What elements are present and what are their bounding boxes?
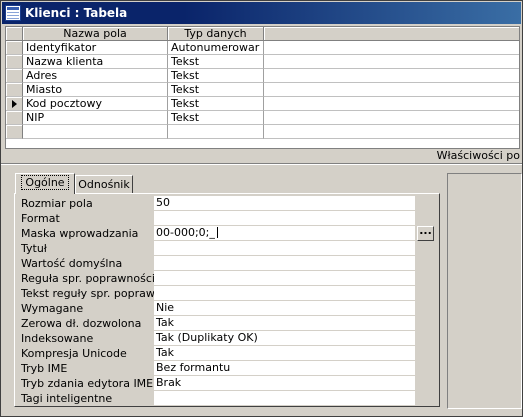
input-mask-builder-button[interactable]: ... — [417, 225, 434, 241]
property-row-format: Format — [19, 211, 415, 226]
property-label: Zerowa dł. dozwolona — [21, 317, 142, 330]
property-label: Format — [21, 212, 60, 225]
property-label: Tryb IME — [21, 362, 68, 375]
column-header-data-type[interactable]: Typ danych — [168, 27, 264, 41]
data-type-cell[interactable]: Autonumerowar — [168, 41, 264, 55]
data-type-cell[interactable]: Tekst — [168, 97, 264, 111]
field-properties-label: Właściwości po — [436, 149, 520, 162]
validation-rule-input[interactable] — [154, 271, 415, 286]
property-row-ime-sentence-mode: Tryb zdania edytora IME Brak — [19, 376, 415, 391]
property-label: Tekst reguły spr. poprawr — [21, 287, 154, 300]
property-row-ime-mode: Tryb IME Bez formantu — [19, 361, 415, 376]
section-divider[interactable] — [1, 163, 522, 165]
table-row[interactable]: Miasto Tekst — [6, 83, 519, 97]
field-name-cell[interactable]: Miasto — [23, 83, 168, 97]
property-row-field-size: Rozmiar pola 50 — [19, 196, 415, 211]
window-title: Klienci : Tabela — [25, 6, 128, 20]
table-row[interactable]: Adres Tekst — [6, 69, 519, 83]
property-row-input-mask: Maska wprowadzania 00-000;0;_ ... — [19, 225, 434, 241]
property-row-allow-zero-length: Zerowa dł. dozwolona Tak — [19, 316, 415, 331]
ime-mode-input[interactable]: Bez formantu — [154, 361, 415, 376]
property-label: Indeksowane — [21, 332, 94, 345]
row-selector[interactable] — [6, 69, 23, 83]
field-name-cell[interactable]: Kod pocztowy — [23, 97, 168, 111]
description-cell[interactable] — [264, 111, 519, 125]
current-row-arrow-icon — [12, 100, 17, 108]
description-cell[interactable] — [264, 69, 519, 83]
data-type-cell[interactable]: Tekst — [168, 83, 264, 97]
property-label: Wymagane — [21, 302, 84, 315]
description-cell[interactable] — [264, 41, 519, 55]
property-label: Maska wprowadzania — [21, 227, 139, 240]
row-selector[interactable] — [6, 125, 23, 139]
property-label: Wartość domyślna — [21, 257, 123, 270]
format-input[interactable] — [154, 211, 415, 226]
field-name-cell[interactable]: NIP — [23, 111, 168, 125]
property-row-smart-tags: Tagi inteligentne — [19, 391, 415, 406]
table-row[interactable]: Identyfikator Autonumerowar — [6, 41, 519, 55]
description-cell[interactable] — [264, 55, 519, 69]
field-name-cell[interactable]: Identyfikator — [23, 41, 168, 55]
table-row[interactable]: Nazwa klienta Tekst — [6, 55, 519, 69]
text-caret — [216, 227, 218, 238]
row-selector[interactable] — [6, 111, 23, 125]
property-label: Tagi inteligentne — [21, 392, 113, 405]
input-mask-value: 00-000;0;_ — [156, 226, 215, 239]
table-design-window: Klienci : Tabela Nazwa pola Typ danych I… — [0, 0, 523, 417]
required-input[interactable]: Nie — [154, 301, 415, 316]
ime-sentence-mode-input[interactable]: Brak — [154, 376, 415, 391]
unicode-compression-input[interactable]: Tak — [154, 346, 415, 361]
property-row-required: Wymagane Nie — [19, 301, 415, 316]
field-name-cell[interactable]: Nazwa klienta — [23, 55, 168, 69]
description-cell[interactable] — [264, 97, 519, 111]
table-row[interactable]: NIP Tekst — [6, 111, 519, 125]
property-row-caption: Tytuł — [19, 241, 415, 256]
default-value-input[interactable] — [154, 256, 415, 271]
data-type-cell[interactable] — [168, 125, 264, 139]
description-cell[interactable] — [264, 125, 519, 139]
description-cell[interactable] — [264, 83, 519, 97]
property-label: Kompresja Unicode — [21, 347, 127, 360]
property-row-indexed: Indeksowane Tak (Duplikaty OK) — [19, 331, 415, 346]
properties-panel: Rozmiar pola 50 Format Maska wprowadzani… — [14, 193, 440, 407]
allow-zero-length-input[interactable]: Tak — [154, 316, 415, 331]
table-icon — [5, 5, 21, 21]
validation-text-input[interactable] — [154, 286, 415, 301]
property-label: Rozmiar pola — [21, 197, 93, 210]
row-selector[interactable] — [6, 41, 23, 55]
property-label: Tryb zdania edytora IME — [21, 377, 154, 390]
row-selector[interactable] — [6, 83, 23, 97]
property-row-validation-text: Tekst reguły spr. poprawr — [19, 286, 415, 301]
field-name-cell[interactable] — [23, 125, 168, 139]
tab-lookup-label: Odnośnik — [78, 178, 130, 191]
input-mask-input[interactable]: 00-000;0;_ — [154, 226, 415, 241]
row-selector-current[interactable] — [6, 97, 23, 111]
property-label: Reguła spr. poprawności — [21, 272, 154, 285]
indexed-input[interactable]: Tak (Duplikaty OK) — [154, 331, 415, 346]
row-selector[interactable] — [6, 55, 23, 69]
tab-general-label: Ogólne — [21, 175, 69, 190]
caption-input[interactable] — [154, 241, 415, 256]
property-label: Tytuł — [21, 242, 47, 255]
field-size-input[interactable]: 50 — [154, 196, 415, 211]
tab-lookup[interactable]: Odnośnik — [75, 175, 133, 195]
data-type-cell[interactable]: Tekst — [168, 111, 264, 125]
field-name-cell[interactable]: Adres — [23, 69, 168, 83]
column-header-field-name[interactable]: Nazwa pola — [23, 27, 168, 41]
table-row-empty[interactable] — [6, 125, 519, 139]
row-selector-header[interactable] — [6, 27, 23, 41]
tab-general[interactable]: Ogólne — [15, 173, 75, 194]
table-row[interactable]: Kod pocztowy Tekst — [6, 97, 519, 111]
grid-header-row: Nazwa pola Typ danych — [6, 27, 519, 41]
data-type-cell[interactable]: Tekst — [168, 55, 264, 69]
smart-tags-input[interactable] — [154, 391, 415, 406]
property-row-unicode-compression: Kompresja Unicode Tak — [19, 346, 415, 361]
property-row-validation-rule: Reguła spr. poprawności — [19, 271, 415, 286]
property-row-default-value: Wartość domyślna — [19, 256, 415, 271]
title-bar[interactable]: Klienci : Tabela — [2, 2, 521, 24]
field-grid: Nazwa pola Typ danych Identyfikator Auto… — [5, 26, 520, 149]
help-pane — [447, 173, 522, 409]
data-type-cell[interactable]: Tekst — [168, 69, 264, 83]
column-header-description[interactable] — [264, 27, 519, 41]
